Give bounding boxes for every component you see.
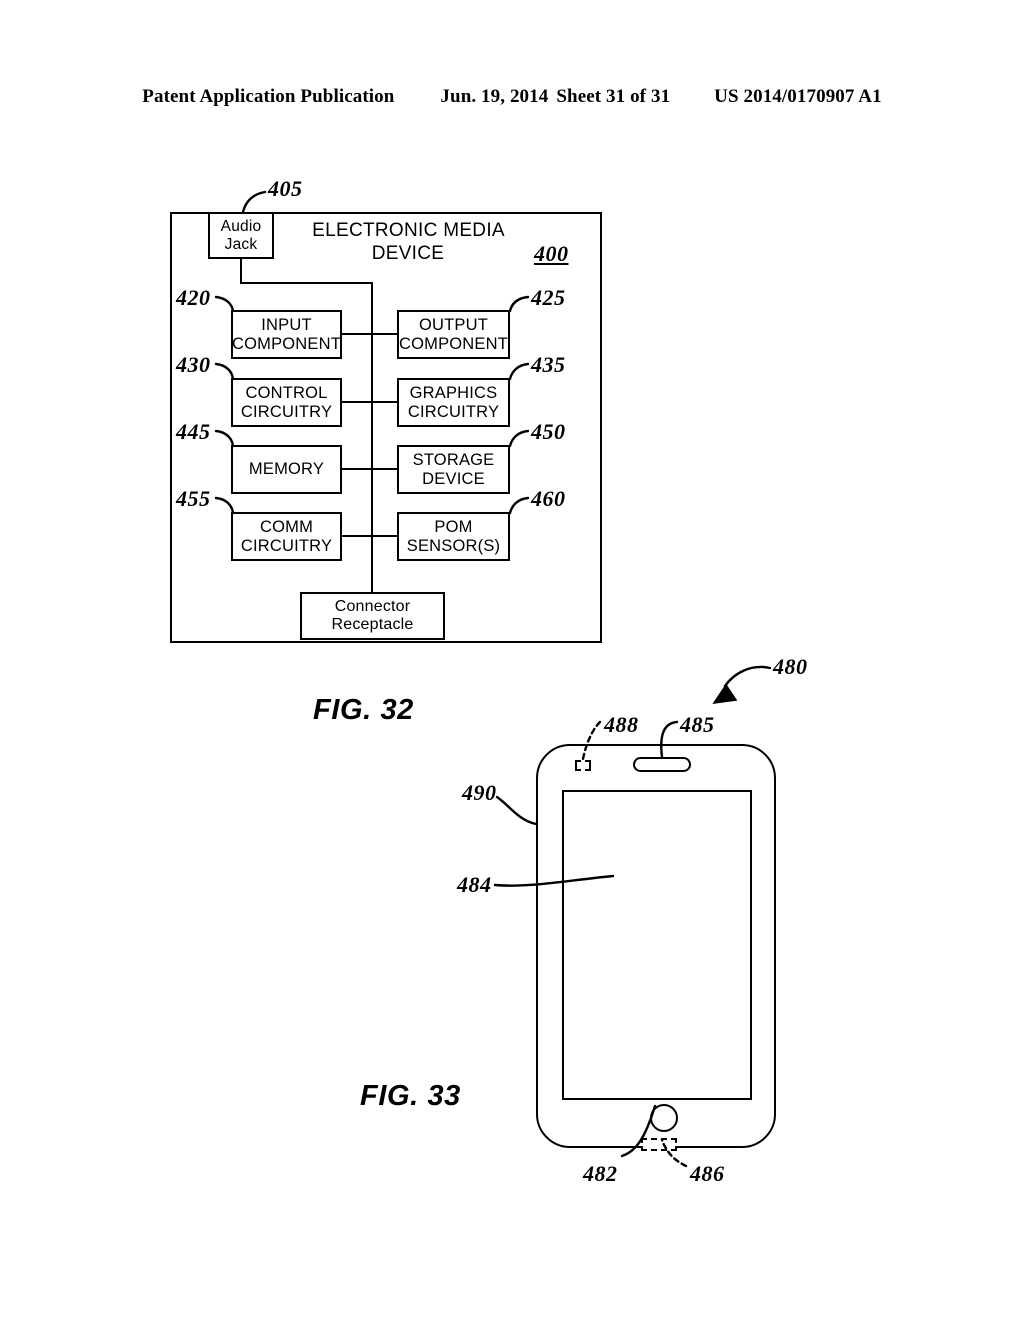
block-input-line-2: COMPONENT (231, 334, 342, 353)
block-comm-line-2: CIRCUITRY (240, 536, 333, 555)
reference-numeral-488: 488 (604, 712, 639, 737)
block-storage-line-2: DEVICE (422, 469, 485, 488)
block-input-component: INPUT COMPONENT (231, 310, 342, 359)
block-pom-sensors: POM SENSOR(S) (397, 512, 510, 561)
block-output-component: OUTPUT COMPONENT (397, 310, 510, 359)
block-memory: MEMORY (231, 445, 342, 494)
reference-numeral-450: 450 (531, 419, 566, 444)
block-control-line-1: CONTROL (245, 384, 328, 403)
reference-numeral-484: 484 (457, 872, 492, 897)
connector-receptacle-icon (641, 1138, 677, 1151)
block-memory-line-1: MEMORY (248, 460, 325, 479)
reference-numeral-425: 425 (531, 285, 566, 310)
page-header: Patent Application Publication Jun. 19, … (0, 86, 1024, 108)
block-comm-line-1: COMM (259, 518, 314, 537)
leader-lines (214, 190, 772, 1168)
reference-numeral-485: 485 (680, 712, 715, 737)
block-comm-circuitry: COMM CIRCUITRY (231, 512, 342, 561)
fig32-connection-lines (239, 259, 397, 595)
header-date-label: Jun. 19, 2014 (440, 86, 549, 107)
reference-numeral-400: 400 (534, 241, 569, 266)
sensor-opening-icon (575, 760, 591, 771)
reference-numeral-455: 455 (176, 486, 211, 511)
header-publication-label: Patent Application Publication (142, 86, 395, 107)
phone-display (562, 790, 752, 1100)
block-output-line-2: COMPONENT (398, 334, 509, 353)
block-audio-jack: Audio Jack (208, 212, 274, 259)
header-sheet-label: Sheet 31 of 31 (556, 86, 671, 107)
reference-numeral-490: 490 (462, 780, 497, 805)
reference-numeral-435: 435 (531, 352, 566, 377)
block-storage-line-1: STORAGE (412, 451, 495, 470)
earpiece-speaker-icon (633, 757, 691, 772)
block-storage-device: STORAGE DEVICE (397, 445, 510, 494)
device-title-line-1: ELECTRONIC MEDIA (312, 220, 504, 241)
reference-numeral-430: 430 (176, 352, 211, 377)
header-patent-number: US 2014/0170907 A1 (714, 86, 882, 107)
figure-32: ELECTRONIC MEDIA DEVICE 400 Audio Jack I… (0, 0, 1024, 1320)
home-button-icon (650, 1104, 678, 1132)
figure-33-caption: FIG. 33 (360, 1080, 461, 1112)
block-control-circuitry: CONTROL CIRCUITRY (231, 378, 342, 427)
block-control-line-2: CIRCUITRY (240, 402, 333, 421)
block-audio-jack-line-2: Jack (224, 235, 258, 253)
block-connector-line-1: Connector (334, 598, 411, 616)
reference-numeral-486: 486 (690, 1161, 725, 1186)
device-title-line-2: DEVICE (371, 242, 445, 264)
block-graphics-circuitry: GRAPHICS CIRCUITRY (397, 378, 510, 427)
figure-33: 480 482 484 485 486 488 490 FIG. 33 (0, 0, 1024, 1320)
block-connector-line-2: Receptacle (331, 616, 414, 633)
reference-numeral-480: 480 (773, 654, 808, 679)
block-input-line-1: INPUT (261, 316, 312, 335)
block-audio-jack-line-1: Audio (220, 218, 262, 236)
reference-numeral-405: 405 (268, 176, 303, 201)
reference-numeral-460: 460 (531, 486, 566, 511)
block-pom-line-1: POM (434, 518, 473, 537)
figure-32-caption: FIG. 32 (313, 694, 414, 726)
block-pom-line-2: SENSOR(S) (406, 536, 501, 555)
block-graphics-line-1: GRAPHICS (409, 384, 498, 403)
block-connector-receptacle: Connector Receptacle (300, 592, 445, 640)
electronic-media-device-title: ELECTRONIC MEDIA DEVICE (300, 220, 516, 266)
reference-numeral-482: 482 (583, 1161, 618, 1186)
reference-numeral-420: 420 (176, 285, 211, 310)
block-output-line-1: OUTPUT (418, 316, 489, 335)
block-graphics-line-2: CIRCUITRY (407, 402, 500, 421)
reference-numeral-445: 445 (176, 419, 211, 444)
